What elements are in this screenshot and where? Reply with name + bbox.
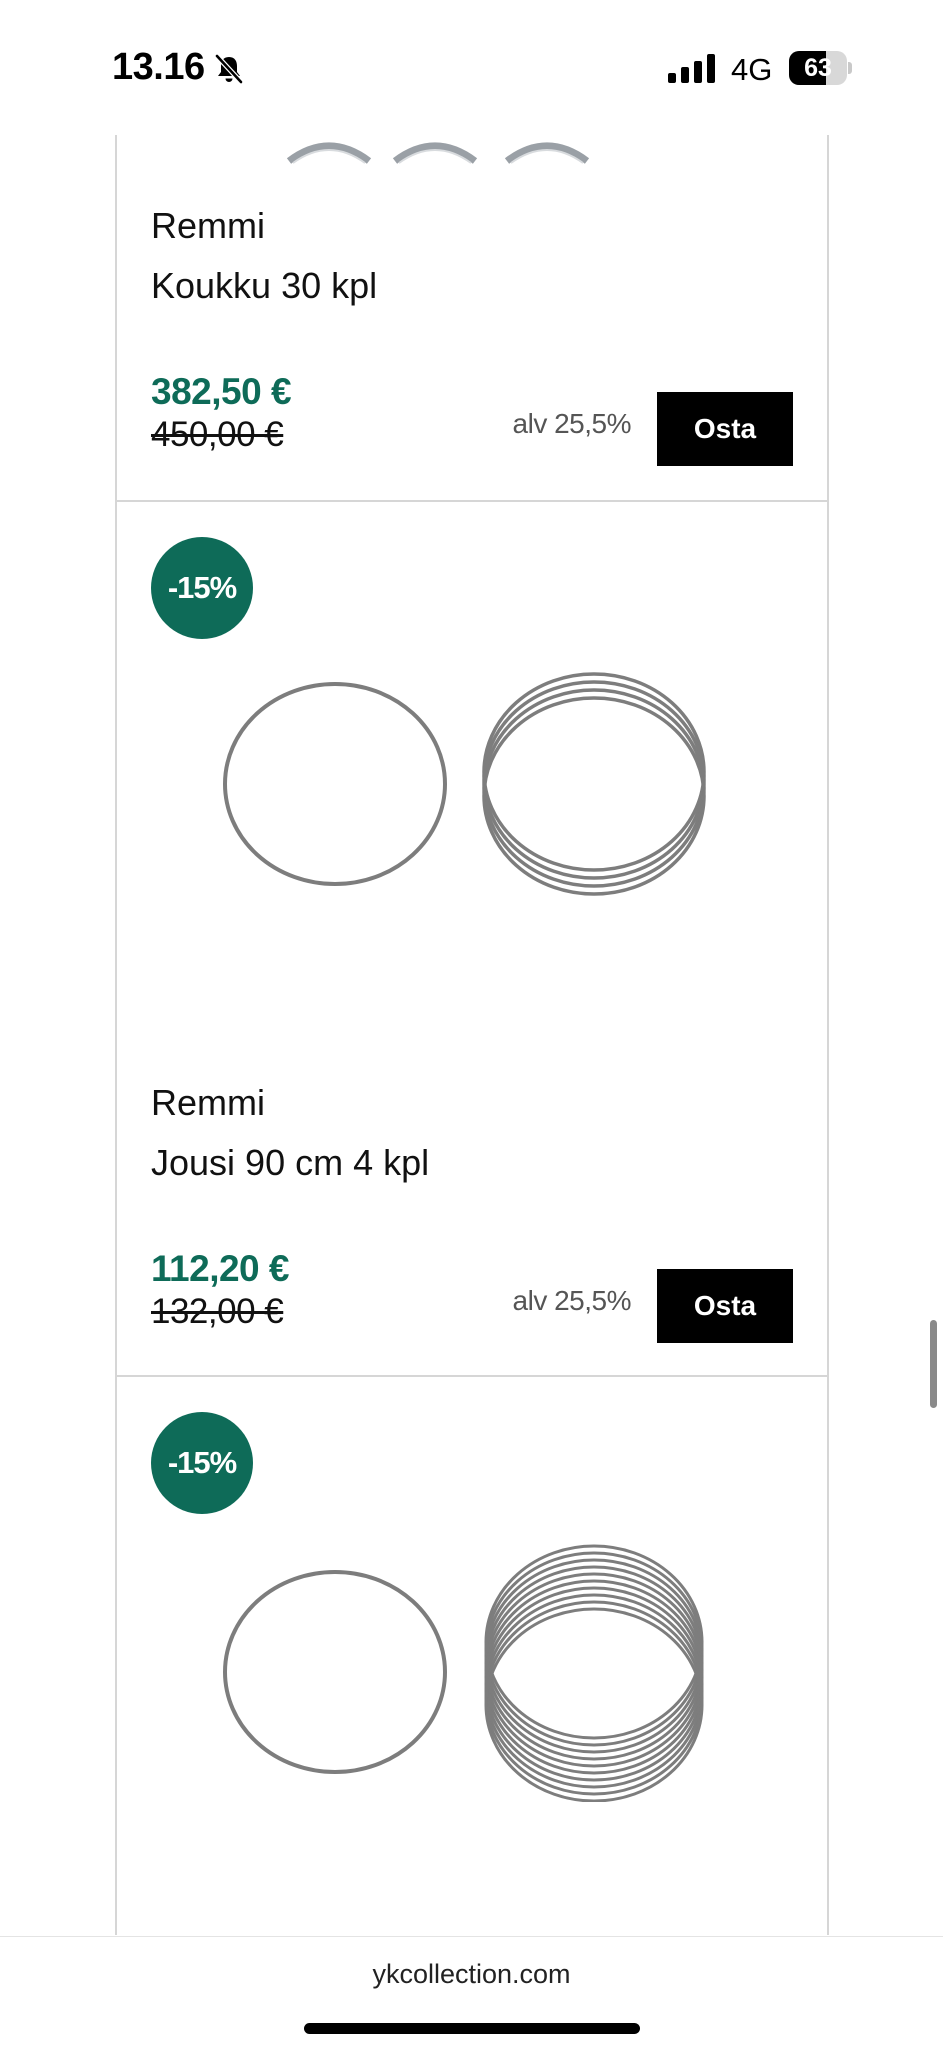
product-brand[interactable]: Remmi bbox=[151, 205, 265, 247]
product-image-rings[interactable] bbox=[217, 662, 717, 912]
battery-level: 63 bbox=[804, 54, 832, 82]
cellular-signal-icon bbox=[668, 54, 715, 83]
discount-badge: -15% bbox=[151, 537, 253, 639]
network-type: 4G bbox=[731, 52, 773, 87]
product-card[interactable]: Remmi Koukku 30 kpl 382,50 € 450,00 € al… bbox=[117, 125, 827, 502]
product-card[interactable]: -15% Remmi Jousi 90 cm 4 kpl 112,20 € 13… bbox=[117, 502, 827, 1377]
home-indicator[interactable] bbox=[304, 2023, 640, 2034]
status-bar: 13.16 4G 63 bbox=[0, 0, 943, 135]
product-vat: alv 25,5% bbox=[512, 1285, 632, 1316]
product-old-price: 450,00 € bbox=[151, 415, 284, 454]
screen: 13.16 4G 63 Remmi Koukku 30 kpl 382,50 €… bbox=[0, 0, 943, 2048]
status-time: 13.16 bbox=[112, 46, 205, 88]
battery-body: 63 bbox=[789, 51, 847, 85]
discount-badge: -15% bbox=[151, 1412, 253, 1514]
url-text[interactable]: ykcollection.com bbox=[0, 1959, 943, 1990]
product-list: Remmi Koukku 30 kpl 382,50 € 450,00 € al… bbox=[115, 125, 829, 2048]
buy-button[interactable]: Osta bbox=[657, 392, 793, 466]
scrollbar-thumb[interactable] bbox=[930, 1320, 937, 1408]
product-vat: alv 25,5% bbox=[512, 408, 632, 439]
product-price: 112,20 € bbox=[151, 1248, 289, 1289]
bell-muted-icon bbox=[215, 54, 243, 84]
battery-icon: 63 bbox=[789, 51, 852, 85]
product-image-rings-bundle[interactable] bbox=[217, 1542, 717, 1802]
browser-address-bar[interactable]: ykcollection.com bbox=[0, 1936, 943, 2048]
product-old-price: 132,00 € bbox=[151, 1292, 284, 1331]
battery-nub bbox=[848, 62, 852, 74]
product-brand[interactable]: Remmi bbox=[151, 1082, 265, 1124]
product-name[interactable]: Jousi 90 cm 4 kpl bbox=[151, 1142, 429, 1184]
product-name[interactable]: Koukku 30 kpl bbox=[151, 265, 377, 307]
buy-button[interactable]: Osta bbox=[657, 1269, 793, 1343]
product-price: 382,50 € bbox=[151, 371, 292, 412]
